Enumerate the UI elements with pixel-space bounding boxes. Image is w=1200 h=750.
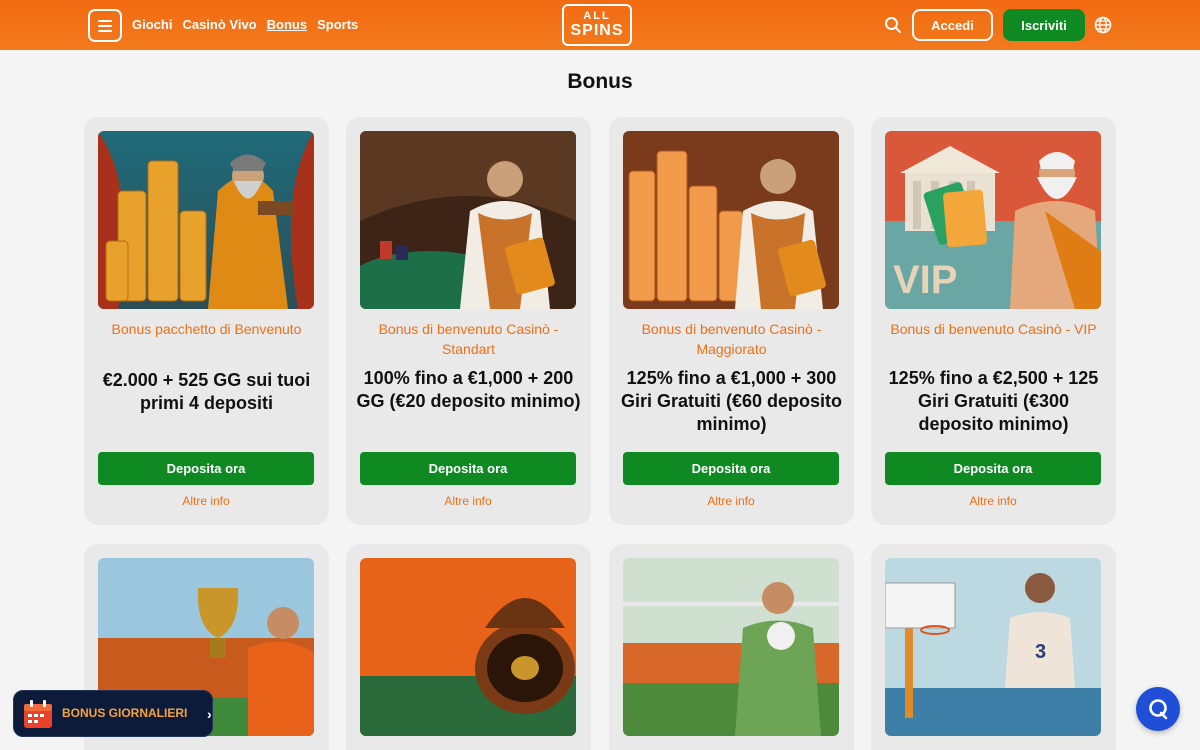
nav-item-bonus[interactable]: Bonus [267,17,307,32]
bonus-offer: 125% fino a €2,500 + 125 Giri Gratuiti (… [888,368,1099,434]
bonus-title: Bonus di benvenuto Casinò - Maggiorato [641,321,822,357]
logo-top-text: ALL [583,10,611,22]
menu-icon-bar [98,19,112,22]
bonus-card: VIP Bonus di benvenuto Casinò - VIP 125%… [871,117,1116,525]
main-nav: Giochi Casinò Vivo Bonus Sports [132,17,358,32]
more-info-link[interactable]: Altre info [98,494,314,508]
gift-calendar-icon [24,700,52,728]
bonus-card: Bonus pacchetto di Benvenuto €2.000 + 52… [84,117,329,525]
logo-bottom-text: SPINS [570,22,624,39]
more-info-link[interactable]: Altre info [360,494,576,508]
bonus-title: Bonus di benvenuto Casinò - Standart [378,321,559,357]
bonus-image-wizard [98,131,314,309]
bonus-image-roulette [360,558,576,736]
bonus-image-vip: VIP [885,131,1101,309]
svg-text:3: 3 [1035,641,1046,663]
site-logo[interactable]: ALL SPINS [562,4,632,46]
bonus-offer: 100% fino a €1,000 + 200 GG (€20 deposit… [356,368,581,411]
menu-button[interactable] [88,9,122,42]
bonus-card [346,544,591,750]
logo-frame: ALL SPINS [562,4,632,46]
chat-button[interactable] [1136,687,1180,731]
basketball-illustration: 3 [885,558,1101,736]
svg-text:VIP: VIP [893,258,957,302]
wizard-illustration [98,131,314,309]
bonus-card: 3 [871,544,1116,750]
deposit-button[interactable]: Deposita ora [98,452,314,485]
login-button[interactable]: Accedi [912,9,993,41]
deposit-button[interactable]: Deposita ora [360,452,576,485]
register-button[interactable]: Iscriviti [1003,9,1085,41]
bonus-image-goalkeeper [623,558,839,736]
daily-bonus-label: BONUS GIORNALIERI [62,706,188,720]
daily-bonus-button[interactable]: BONUS GIORNALIERI › [13,690,213,737]
bonus-card [609,544,854,750]
globe-icon[interactable] [1094,16,1112,34]
menu-icon-bar [98,24,112,27]
bonus-title: Bonus pacchetto di Benvenuto [111,321,302,337]
deposit-button[interactable]: Deposita ora [885,452,1101,485]
more-info-link[interactable]: Altre info [623,494,839,508]
chevron-right-icon: › [207,706,212,722]
croupier-coins-illustration [623,131,839,309]
chat-icon [1149,699,1168,720]
roulette-illustration [360,558,576,736]
croupier-illustration [360,131,576,309]
bonus-image-croupier-coins [623,131,839,309]
menu-icon-bar [98,29,112,32]
top-header: Giochi Casinò Vivo Bonus Sports ALL SPIN… [0,0,1200,50]
bonus-card: Bonus di benvenuto Casinò - Standart 100… [346,117,591,525]
bonus-image-croupier [360,131,576,309]
search-icon[interactable] [884,16,902,34]
bonus-offer: 125% fino a €1,000 + 300 Giri Gratuiti (… [620,368,843,434]
more-info-link[interactable]: Altre info [885,494,1101,508]
bonus-offer: €2.000 + 525 GG sui tuoi primi 4 deposit… [102,370,311,413]
nav-item-casino-vivo[interactable]: Casinò Vivo [182,17,256,32]
page-title: Bonus [567,70,633,93]
bonus-image-basketball: 3 [885,558,1101,736]
goalkeeper-illustration [623,558,839,736]
bonus-title: Bonus di benvenuto Casinò - VIP [890,321,1097,337]
vip-illustration: VIP [885,131,1101,309]
nav-item-sports[interactable]: Sports [317,17,358,32]
deposit-button[interactable]: Deposita ora [623,452,839,485]
nav-item-giochi[interactable]: Giochi [132,17,172,32]
bonus-card: Bonus di benvenuto Casinò - Maggiorato 1… [609,117,854,525]
